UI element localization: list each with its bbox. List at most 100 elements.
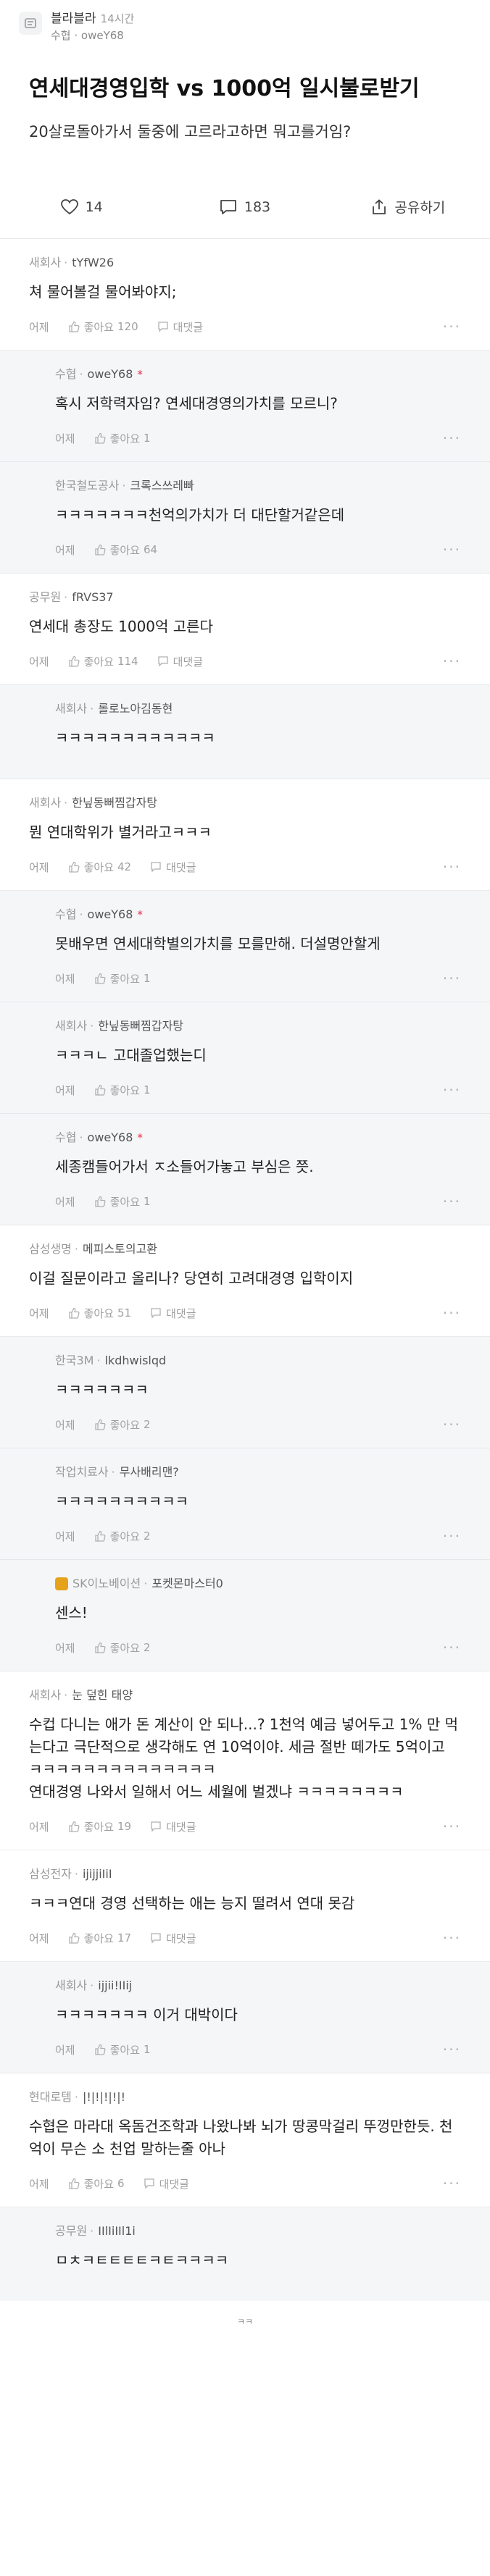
comment-footer: 어제 좋아요 120 대댓글 ···: [29, 303, 461, 350]
comment-nickname[interactable]: tYfW26: [72, 255, 114, 271]
comment-nickname[interactable]: 크록스쓰레빠: [130, 478, 194, 494]
more-options-icon[interactable]: ···: [443, 1081, 461, 1099]
board-icon[interactable]: [19, 12, 42, 35]
reply-icon: [151, 1933, 161, 1944]
comment-text: 혹시 저학력자임? 연세대경영의가치를 모르니?: [55, 395, 338, 412]
more-options-icon[interactable]: ···: [443, 318, 461, 335]
comment-nickname[interactable]: lkdhwislqd: [105, 1353, 167, 1369]
reply-icon: [151, 1821, 161, 1832]
comment-company: 수협: [55, 907, 77, 921]
meta-separator: ·: [74, 1867, 78, 1881]
reply-button[interactable]: 대댓글: [157, 654, 203, 669]
comment-button[interactable]: 183: [163, 199, 326, 215]
comment-meta: 새회사 · ijjii!IIij: [55, 1978, 461, 1994]
comment-company: 새회사: [29, 256, 62, 269]
reply-button[interactable]: 대댓글: [144, 2176, 189, 2191]
reply-button[interactable]: 대댓글: [150, 1931, 196, 1946]
comment-like-button[interactable]: 좋아요 1: [94, 431, 151, 446]
more-options-icon[interactable]: ···: [443, 1929, 461, 1947]
like-label: 좋아요: [83, 860, 115, 874]
more-options-icon[interactable]: ···: [443, 2175, 461, 2192]
reply-button[interactable]: 대댓글: [150, 1306, 196, 1321]
more-options-icon[interactable]: ···: [443, 858, 461, 876]
comment-nickname[interactable]: ijjii!IIij: [98, 1978, 132, 1994]
like-label: 좋아요: [109, 972, 141, 986]
comment-nickname[interactable]: 한닢동뻐찜갑자탕: [72, 795, 157, 811]
comment-like-button[interactable]: 좋아요 51: [68, 1306, 131, 1321]
comment-company: 공무원: [29, 590, 62, 604]
share-button[interactable]: 공유하기: [327, 197, 490, 217]
comment-footer: 어제 좋아요 1 ···: [55, 1067, 461, 1113]
comment-like-button[interactable]: 좋아요 2: [94, 1529, 151, 1544]
more-options-icon[interactable]: ···: [443, 653, 461, 670]
post-time: 14시간: [100, 12, 135, 25]
more-options-icon[interactable]: ···: [443, 1193, 461, 1210]
comment-nickname[interactable]: 포켓몬마스터0: [151, 1576, 223, 1592]
comment-nickname[interactable]: 한닢동뻐찜갑자탕: [98, 1018, 183, 1034]
like-label: 좋아요: [109, 2043, 141, 2057]
comment-like-button[interactable]: 좋아요 2: [94, 1417, 151, 1432]
comment-item: 새회사 · 눈 덮힌 태양 수컵 다니는 애가 돈 계산이 안 되나...? 1천억 …: [0, 1671, 490, 1850]
comment-nickname[interactable]: 롤로노아김동현: [98, 701, 173, 717]
thumbs-up-icon: [68, 2178, 80, 2189]
comment-like-button[interactable]: 좋아요 1: [94, 971, 151, 986]
comment-nickname[interactable]: 메피스토의고환: [83, 1241, 157, 1257]
comment-nickname[interactable]: oweY68: [88, 366, 133, 382]
comment-footer: 어제 좋아요 114 대댓글 ···: [29, 638, 461, 684]
like-label: 좋아요: [83, 1931, 115, 1945]
reply-button[interactable]: 대댓글: [157, 319, 203, 335]
more-options-icon[interactable]: ···: [443, 1639, 461, 1656]
reply-button[interactable]: 대댓글: [150, 860, 196, 875]
reply-button[interactable]: 대댓글: [150, 1819, 196, 1834]
more-options-icon[interactable]: ···: [443, 541, 461, 558]
comment-footer: 어제 좋아요 51 대댓글 ···: [29, 1290, 461, 1336]
comment-time: 어제: [55, 972, 75, 986]
comment-footer: 어제 좋아요 1 ···: [55, 1178, 461, 1225]
comment-count: 183: [244, 198, 271, 215]
more-options-icon[interactable]: ···: [443, 1818, 461, 1835]
comment-like-button[interactable]: 좋아요 1: [94, 2042, 151, 2057]
reply-label: 대댓글: [173, 320, 204, 334]
comment-nickname[interactable]: 눈 덮힌 태양: [72, 1687, 133, 1703]
thumbs-up-icon: [68, 321, 80, 332]
more-options-icon[interactable]: ···: [443, 1527, 461, 1545]
comment-like-button[interactable]: 좋아요 1: [94, 1083, 151, 1098]
comment-nickname[interactable]: IIlIiIIl1i: [98, 2223, 136, 2239]
comment-time: 어제: [29, 655, 49, 668]
post-author[interactable]: 수협 · oweY68: [51, 28, 134, 43]
comment-time: 어제: [29, 1820, 49, 1834]
more-options-icon[interactable]: ···: [443, 970, 461, 987]
more-options-icon[interactable]: ···: [443, 1416, 461, 1433]
comment-like-button[interactable]: 좋아요 19: [68, 1819, 131, 1834]
comment-nickname[interactable]: oweY68: [88, 907, 133, 923]
comment-list: 새회사 · tYfW26 쳐 물어볼걸 물어봐야지; 어제 좋아요 120 대댓글 ··· 수협 ·…: [0, 239, 490, 2308]
comment-like-button[interactable]: 좋아요 120: [68, 319, 138, 335]
reply-icon: [158, 322, 168, 332]
like-button[interactable]: 14: [0, 199, 163, 215]
comment-time: 어제: [29, 2177, 49, 2191]
thumbs-up-icon: [94, 432, 106, 444]
more-options-icon[interactable]: ···: [443, 429, 461, 447]
comment-nickname[interactable]: |!|!|!|!|!: [83, 2089, 125, 2105]
comment-like-button[interactable]: 좋아요 6: [68, 2176, 125, 2191]
comment-like-button[interactable]: 좋아요 17: [68, 1931, 131, 1946]
reply-label: 대댓글: [159, 2177, 189, 2191]
comment-like-button[interactable]: 좋아요 42: [68, 860, 132, 875]
comment-nickname[interactable]: 무사배리맨?: [120, 1464, 179, 1480]
more-options-icon[interactable]: ···: [443, 1304, 461, 1322]
comment-company: 한국3M: [55, 1354, 94, 1367]
more-options-icon[interactable]: ···: [443, 2041, 461, 2058]
comment-like-count: 1: [144, 2043, 151, 2056]
comment-like-button[interactable]: 좋아요 1: [94, 1194, 151, 1209]
comment-nickname[interactable]: fRVS37: [72, 590, 113, 605]
comment-nickname[interactable]: oweY68: [88, 1130, 133, 1146]
comment-nickname[interactable]: ijijjiIiI: [83, 1866, 112, 1882]
board-name[interactable]: 블라블라: [51, 12, 96, 26]
comment-like-button[interactable]: 좋아요 64: [94, 542, 157, 558]
comment-like-button[interactable]: 좋아요 114: [68, 654, 138, 669]
comment-like-button[interactable]: 좋아요 2: [94, 1640, 151, 1656]
meta-separator: ·: [122, 479, 126, 492]
comment-like-count: 42: [117, 860, 132, 873]
comment-like-count: 2: [144, 1530, 151, 1543]
comment-footer: [55, 2272, 461, 2301]
